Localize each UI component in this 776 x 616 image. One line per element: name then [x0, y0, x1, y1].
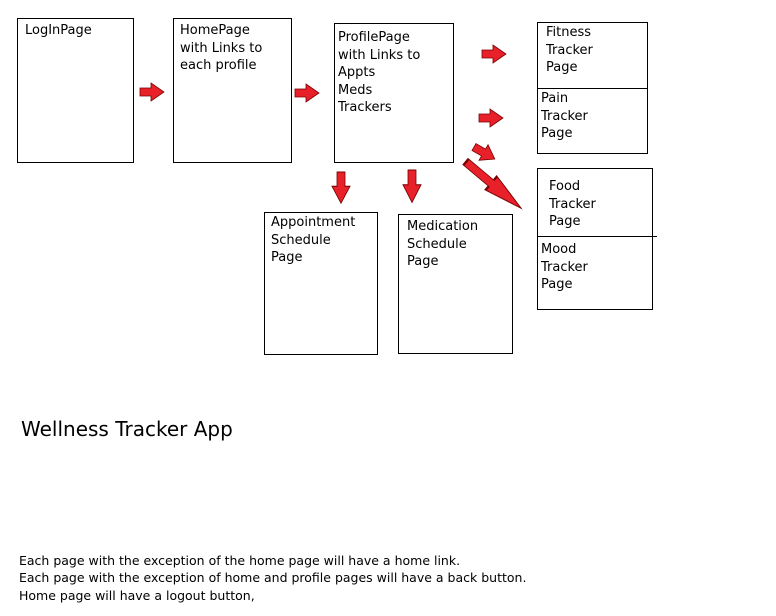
arrow-profile-to-appointment: [331, 171, 351, 204]
diagram-title: Wellness Tracker App: [21, 417, 233, 441]
arrow-profile-to-pain: [478, 108, 504, 128]
arrow-profile-to-medication: [402, 169, 422, 204]
note-home-link: Each page with the exception of the home…: [19, 553, 461, 568]
arrow-home-to-profile: [294, 83, 320, 103]
flow-arrows: [139, 44, 529, 217]
arrow-login-to-home: [139, 82, 165, 102]
note-back-button: Each page with the exception of home and…: [19, 570, 527, 585]
note-logout-button: Home page will have a logout button,: [19, 588, 255, 603]
arrow-profile-to-pain-diagonal: [469, 138, 500, 168]
arrow-profile-to-fitness: [481, 44, 507, 64]
arrow-profile-to-food: [459, 153, 529, 217]
